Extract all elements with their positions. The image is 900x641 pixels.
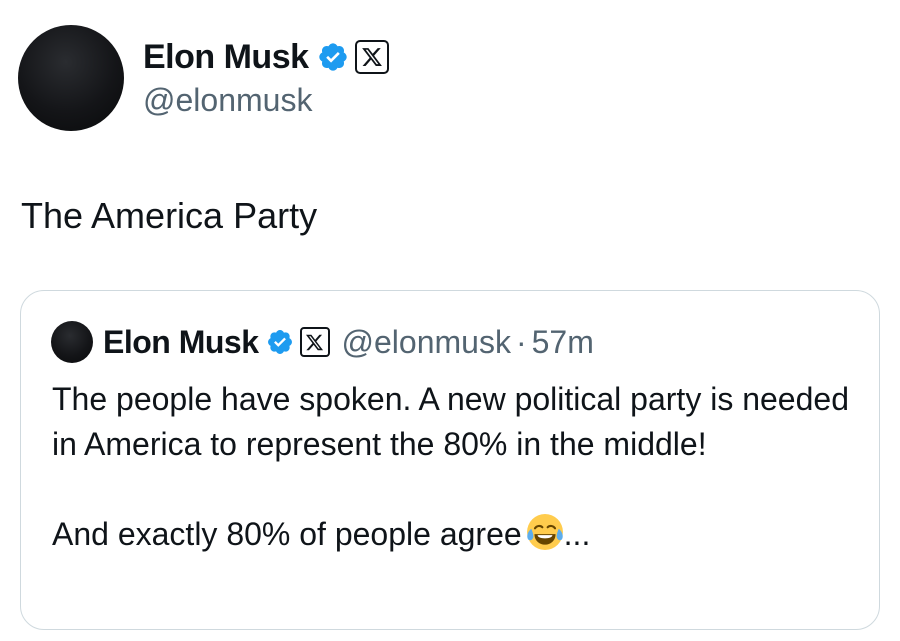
user-handle[interactable]: @elonmusk [143, 82, 389, 119]
x-logo-icon [354, 40, 389, 74]
quoted-display-name[interactable]: Elon Musk [103, 324, 259, 361]
face-with-tears-of-joy-icon [526, 514, 563, 550]
quoted-post-header: Elon Musk @elonmusk · 57m [51, 319, 594, 365]
quoted-paragraph-2-text: And exactly 80% of people agree [52, 516, 522, 552]
display-name[interactable]: Elon Musk [143, 38, 309, 77]
avatar[interactable] [18, 25, 124, 131]
verified-badge-icon[interactable] [317, 41, 349, 73]
quoted-post-body: The people have spoken. A new political … [52, 377, 852, 557]
name-row: Elon Musk [143, 36, 389, 78]
quoted-user-handle[interactable]: @elonmusk [342, 324, 511, 361]
post-author: Elon Musk @elonmusk [143, 36, 389, 119]
ellipsis: ... [563, 516, 591, 552]
post-text: The America Party [21, 195, 318, 236]
quoted-avatar[interactable] [51, 321, 93, 363]
quoted-post-card[interactable]: Elon Musk @elonmusk · 57m The people hav… [20, 290, 880, 630]
x-logo-icon [299, 327, 330, 357]
quoted-paragraph-2: And exactly 80% of people agree ... [52, 512, 852, 557]
post-timestamp[interactable]: 57m [532, 324, 594, 361]
quoted-paragraph-1: The people have spoken. A new political … [52, 381, 849, 462]
separator-dot: · [515, 323, 527, 360]
verified-badge-icon[interactable] [266, 328, 294, 356]
